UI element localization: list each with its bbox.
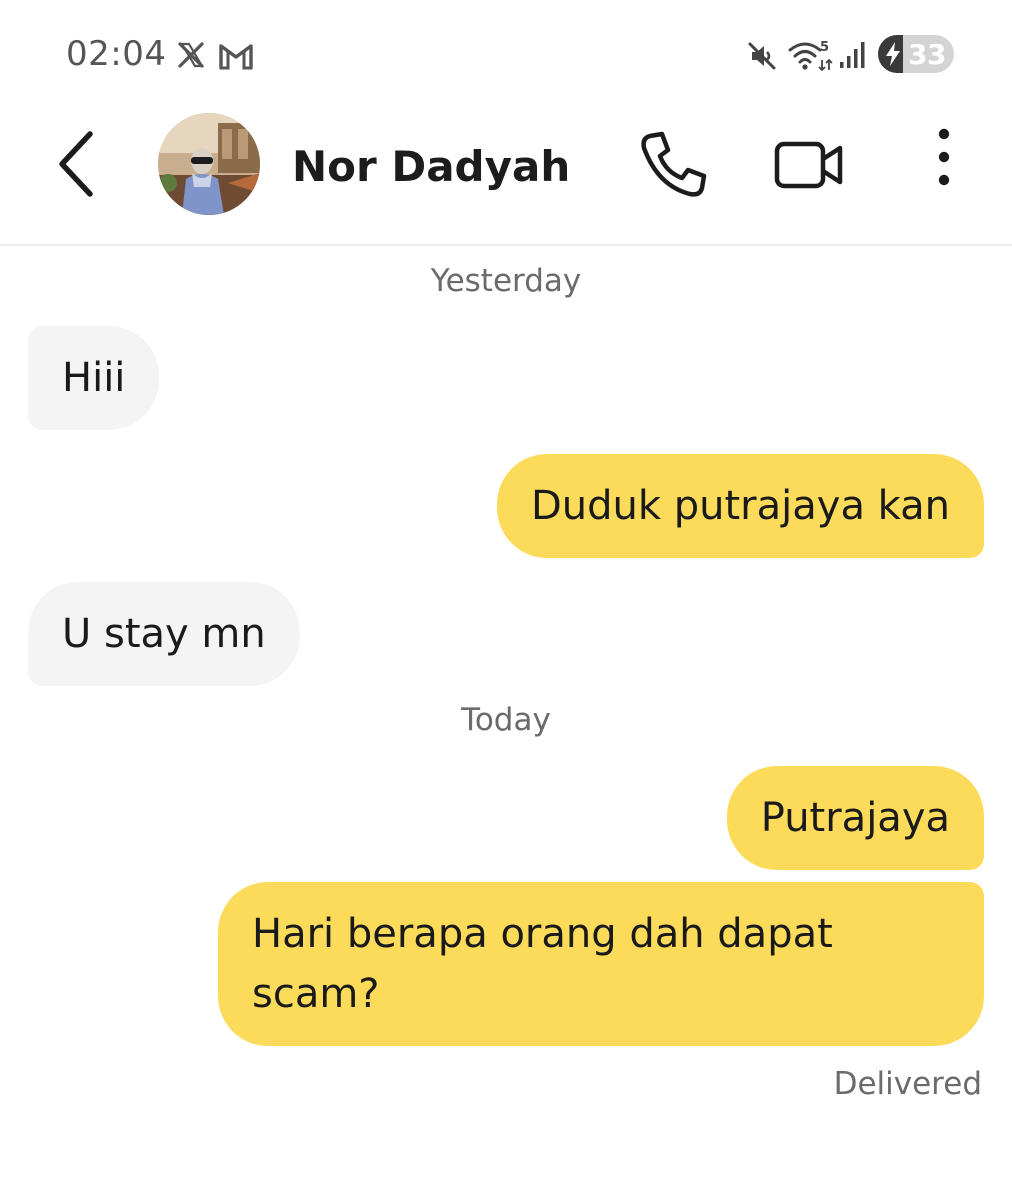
video-call-button[interactable] [772, 132, 846, 196]
battery-percentage: 33 [908, 38, 946, 71]
mute-icon [748, 42, 776, 70]
charging-bolt-icon [886, 42, 900, 66]
incoming-message[interactable]: U stay mn [28, 582, 300, 686]
chat-header: Nor Dadyah [0, 100, 1012, 246]
more-vertical-icon [938, 128, 950, 186]
signal-icon [840, 42, 865, 68]
contact-avatar[interactable] [158, 113, 260, 215]
date-separator-yesterday: Yesterday [430, 263, 582, 299]
x-icon [178, 42, 204, 68]
outgoing-message[interactable]: Putrajaya [726, 766, 984, 870]
voice-call-button[interactable] [636, 126, 712, 202]
gmail-icon [219, 44, 253, 70]
battery-indicator: 33 [878, 35, 954, 73]
phone-icon [641, 131, 707, 197]
more-options-button[interactable] [922, 124, 966, 208]
wifi-icon: 5 [788, 40, 833, 72]
date-separator-today: Today [461, 702, 551, 738]
video-camera-icon [774, 141, 843, 189]
contact-name[interactable]: Nor Dadyah [292, 142, 570, 191]
outgoing-message[interactable]: Duduk putrajaya kan [496, 454, 984, 558]
chevron-left-icon [59, 131, 93, 197]
incoming-message[interactable]: Hiii [28, 326, 160, 430]
delivery-status: Delivered [833, 1066, 982, 1102]
avatar-image [158, 113, 260, 215]
status-bar: 02:04 5 33 [0, 0, 1012, 100]
status-time: 02:04 [66, 34, 167, 74]
back-button[interactable] [50, 128, 110, 200]
outgoing-message[interactable]: Hari berapa orang dah dapat scam? [218, 882, 984, 1046]
svg-text:5: 5 [820, 40, 829, 55]
